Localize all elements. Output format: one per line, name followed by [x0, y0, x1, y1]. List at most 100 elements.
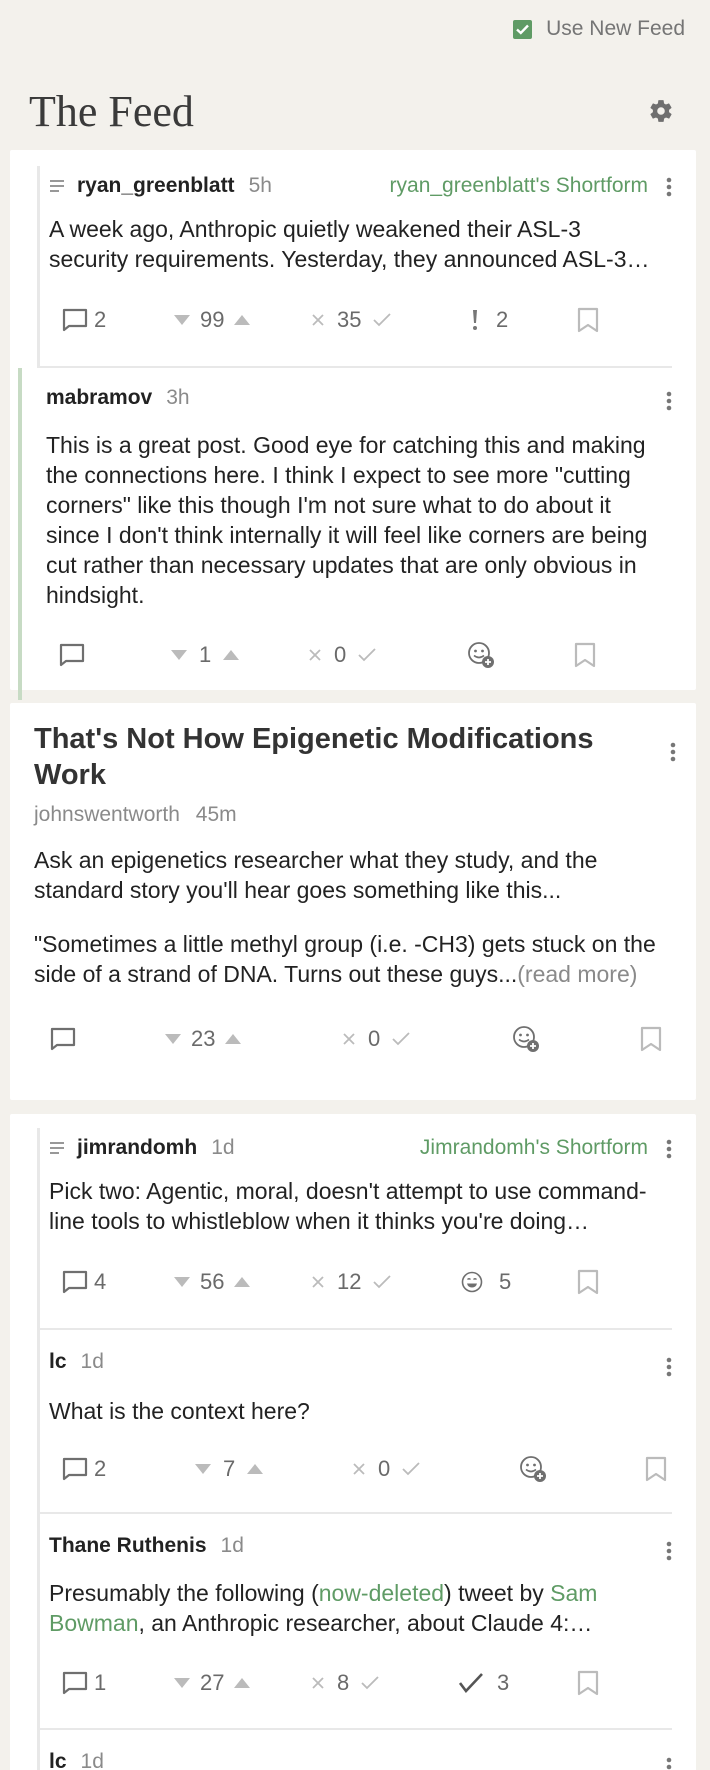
read-more-link[interactable]: (read more) [517, 961, 637, 987]
comment-icon [62, 1457, 88, 1481]
agree-icon[interactable] [373, 313, 392, 327]
agree-icon[interactable] [402, 1462, 420, 1476]
disagree-icon[interactable] [311, 313, 325, 327]
reaction-button[interactable]: 5 [461, 1269, 511, 1295]
shortform-excerpt[interactable]: A week ago, Anthropic quietly weakened t… [49, 214, 672, 274]
use-new-feed-checkbox[interactable] [513, 19, 533, 39]
karma-score: 1 [199, 642, 212, 667]
use-new-feed-label: Use New Feed [546, 17, 685, 40]
agree-icon[interactable] [392, 1032, 410, 1046]
author-name[interactable]: lc [49, 1750, 67, 1770]
more-options-icon[interactable] [666, 176, 672, 198]
reply-comment[interactable]: lc 1d [40, 1730, 672, 1770]
reply-comment[interactable]: mabramov 3h This is a great post. Good e… [18, 368, 672, 700]
add-reaction-button[interactable] [467, 641, 495, 669]
author-name[interactable]: Thane Ruthenis [49, 1534, 207, 1558]
upvote-icon[interactable] [247, 1464, 264, 1474]
disagree-icon[interactable] [311, 1676, 325, 1690]
author-name[interactable]: lc [49, 1350, 67, 1374]
comments-button[interactable] [59, 643, 85, 667]
upvote-icon[interactable] [234, 1678, 251, 1688]
upvote-icon[interactable] [225, 1034, 242, 1044]
karma-score: 27 [200, 1670, 225, 1695]
add-reaction-button[interactable] [519, 1455, 547, 1483]
post-excerpt[interactable]: Ask an epigenetics researcher what they … [34, 845, 672, 989]
agreement-score: 0 [378, 1456, 391, 1481]
reply-comment[interactable]: Thane Ruthenis 1d Presumably the followi… [40, 1514, 672, 1728]
reply-comment[interactable]: lc 1d What is the context here? 2 7 0 [40, 1330, 672, 1512]
feed-card-shortform-thread: jimrandomh 1d Jimrandomh's Shortform Pic… [10, 1114, 696, 1770]
downvote-icon[interactable] [174, 1277, 190, 1287]
feed-header: The Feed [0, 72, 710, 150]
reaction-button[interactable]: 2 [470, 307, 508, 333]
author-name[interactable]: mabramov [46, 386, 152, 410]
comments-button[interactable]: 2 [62, 307, 106, 333]
karma-vote: 23 [165, 1026, 242, 1052]
shortform-link[interactable]: ryan_greenblatt's Shortform [390, 174, 648, 198]
bookmark-button[interactable] [577, 1269, 599, 1295]
sam-bowman-link[interactable]: Sam [550, 1580, 597, 1606]
checkmark-icon [459, 1673, 483, 1693]
more-options-icon[interactable] [666, 1356, 672, 1378]
agree-icon[interactable] [361, 1676, 379, 1690]
author-name[interactable]: jimrandomh [77, 1136, 197, 1160]
exclamation-icon [473, 310, 477, 330]
more-options-icon[interactable] [670, 741, 676, 763]
sam-bowman-link[interactable]: Bowman [49, 1610, 138, 1636]
comments-button[interactable]: 4 [62, 1269, 106, 1295]
add-reaction-icon [513, 1026, 539, 1052]
thread-container: ryan_greenblatt 5h ryan_greenblatt's Sho… [37, 166, 672, 368]
comments-button[interactable] [50, 1027, 76, 1051]
shortform-link[interactable]: Jimrandomh's Shortform [420, 1136, 648, 1160]
downvote-icon[interactable] [171, 650, 187, 660]
upvote-icon[interactable] [234, 315, 251, 325]
add-reaction-button[interactable] [512, 1025, 540, 1053]
page-title: The Feed [29, 86, 194, 136]
upvote-icon[interactable] [234, 1277, 251, 1287]
post-meta: johnswentworth 45m [34, 803, 672, 827]
more-options-icon[interactable] [666, 1138, 672, 1160]
feed-card-post: That's Not How Epigenetic Modifications … [10, 703, 696, 1100]
karma-vote: 7 [195, 1456, 264, 1482]
bookmark-button[interactable] [640, 1026, 662, 1052]
downvote-icon[interactable] [174, 1678, 190, 1688]
shortform-post[interactable]: jimrandomh 1d Jimrandomh's Shortform Pic… [40, 1128, 672, 1328]
karma-score: 99 [200, 307, 225, 332]
shortform-post[interactable]: ryan_greenblatt 5h ryan_greenblatt's Sho… [40, 166, 672, 366]
disagree-icon[interactable] [311, 1275, 325, 1289]
disagree-icon[interactable] [342, 1032, 356, 1046]
bookmark-icon [577, 1670, 599, 1696]
now-deleted-link[interactable]: now-deleted [319, 1580, 444, 1606]
downvote-icon[interactable] [165, 1034, 181, 1044]
more-options-icon[interactable] [666, 1756, 672, 1770]
downvote-icon[interactable] [174, 315, 190, 325]
bookmark-button[interactable] [577, 1670, 599, 1696]
shortform-icon [50, 1142, 64, 1154]
comment-body: This is a great post. Good eye for catch… [46, 432, 648, 608]
comment-age: 3h [166, 386, 190, 409]
agree-icon[interactable] [373, 1275, 392, 1289]
bookmark-button[interactable] [577, 307, 599, 333]
bookmark-icon [645, 1456, 667, 1482]
reaction-button[interactable]: 3 [459, 1670, 509, 1696]
comments-button[interactable]: 1 [62, 1670, 106, 1696]
agree-icon[interactable] [358, 648, 376, 662]
upvote-icon[interactable] [223, 650, 240, 660]
shortform-excerpt[interactable]: Pick two: Agentic, moral, doesn't attemp… [49, 1176, 672, 1236]
downvote-icon[interactable] [195, 1464, 211, 1474]
author-name[interactable]: ryan_greenblatt [77, 174, 235, 198]
author-name[interactable]: johnswentworth [34, 803, 180, 826]
more-options-icon[interactable] [666, 390, 672, 412]
agreement-score: 12 [337, 1269, 362, 1294]
comments-button[interactable]: 2 [62, 1456, 106, 1482]
disagree-icon[interactable] [308, 648, 322, 662]
post-title[interactable]: That's Not How Epigenetic Modifications … [34, 721, 672, 793]
gear-icon[interactable] [648, 98, 674, 124]
bookmark-button[interactable] [574, 642, 596, 668]
agreement-vote: 8 [311, 1670, 379, 1696]
bookmark-button[interactable] [645, 1456, 667, 1482]
disagree-icon[interactable] [352, 1462, 366, 1476]
use-new-feed-toggle[interactable]: Use New Feed [513, 17, 685, 41]
more-options-icon[interactable] [666, 1540, 672, 1562]
action-bar: 4 56 12 5 [49, 1236, 672, 1328]
